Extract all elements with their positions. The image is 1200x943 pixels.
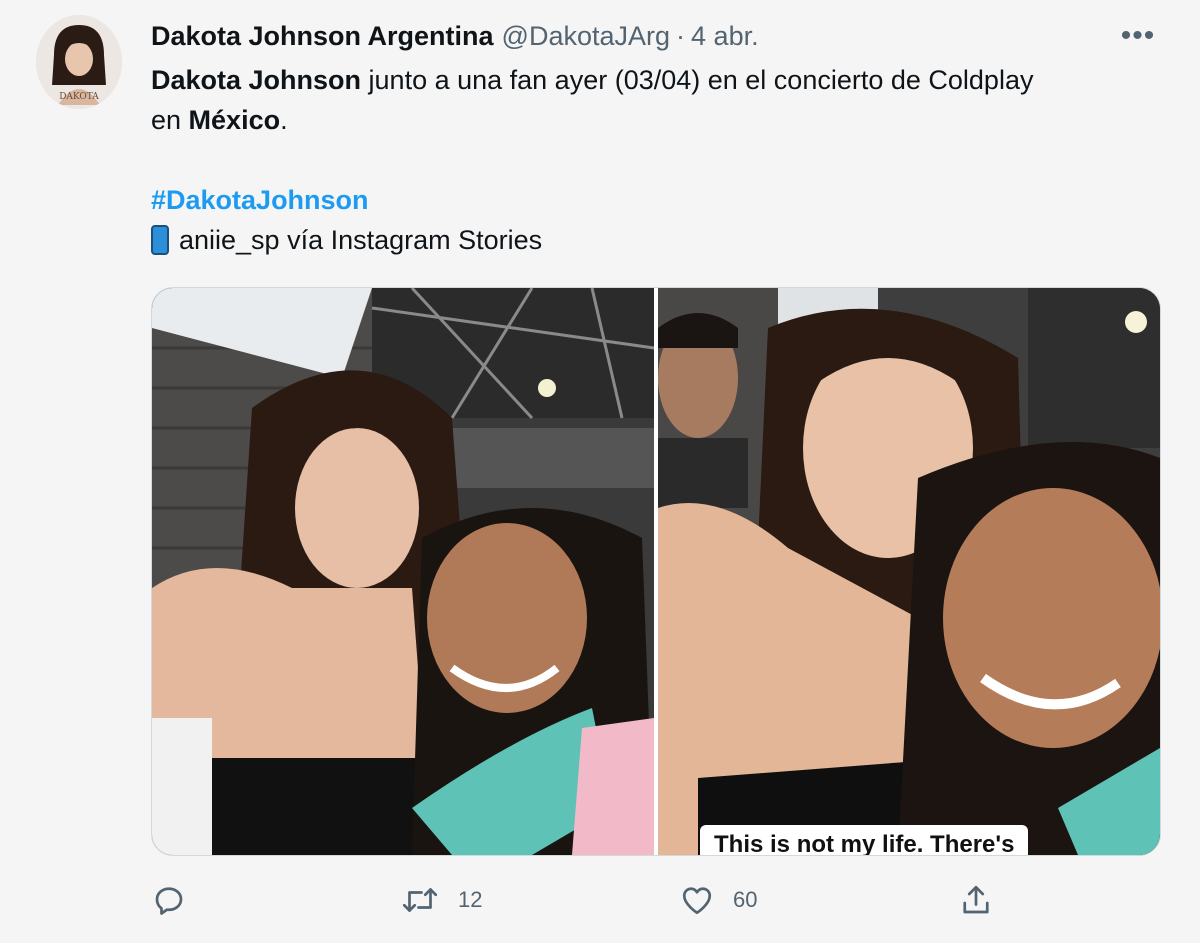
share-button[interactable] [958,876,994,924]
photo-right-image [658,288,1160,855]
text-line1-rest: junto a una fan ayer (03/04) en el conci… [361,65,1034,95]
avatar-logo-text: DAKOTA [59,92,99,102]
credit-line: aniie_sp vía Instagram Stories [151,220,1151,260]
tweet-header: Dakota Johnson Argentina @DakotaJArg · 4… [151,18,759,54]
tweet-text: Dakota Johnson junto a una fan ayer (03/… [151,60,1151,260]
avatar-image: DAKOTA [36,15,122,109]
mobile-phone-icon [151,225,169,255]
share-icon [963,885,989,914]
mention-name: Dakota Johnson [151,65,362,95]
timestamp[interactable]: 4 abr. [691,21,759,52]
place-name: México [188,105,281,135]
more-icon: ••• [1120,19,1156,52]
like-button[interactable]: 60 [679,876,757,924]
separator-dot: · [676,20,686,51]
photo-right[interactable]: This is not my life. There's [658,288,1160,855]
reply-button[interactable] [151,876,205,924]
more-options-button[interactable]: ••• [1118,19,1158,52]
tweet-text-line-2: en México. [151,100,1151,140]
retweet-icon [402,888,438,912]
like-count: 60 [733,887,758,912]
display-name[interactable]: Dakota Johnson Argentina [151,21,494,52]
action-bar: 12 60 [151,876,1159,924]
photo-left[interactable] [152,288,654,855]
media-grid: This is not my life. There's [151,287,1161,856]
credit-text: aniie_sp vía Instagram Stories [179,225,543,255]
text-line2-suffix: . [280,105,288,135]
retweet-count: 12 [458,887,483,912]
tweet: DAKOTA Dakota Johnson Argentina @DakotaJ… [0,0,1200,943]
text-line2-prefix: en [151,105,189,135]
avatar[interactable]: DAKOTA [36,15,122,109]
photo-left-image [152,288,654,855]
story-caption: This is not my life. There's [700,825,1029,855]
tweet-text-line-1: Dakota Johnson junto a una fan ayer (03/… [151,60,1151,100]
heart-icon [682,887,712,915]
hashtag-link[interactable]: #DakotaJohnson [151,185,369,215]
reply-icon [155,887,183,915]
user-handle[interactable]: @DakotaJArg [502,21,670,52]
retweet-button[interactable]: 12 [400,876,482,924]
